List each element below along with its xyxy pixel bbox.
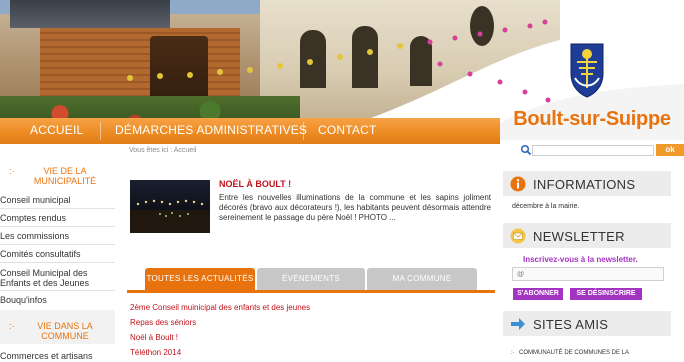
main-navigation: ACCUEIL DÉMARCHES ADMINISTRATIVES CONTAC… — [0, 118, 500, 144]
tab-ma-commune[interactable]: MA COMMUNE — [367, 268, 477, 290]
bullet-arrow-icon: :· — [9, 166, 15, 176]
news-tabs: TOUTES LES ACTUALITÉS ÉVÉNEMENTS MA COMM… — [127, 268, 495, 292]
info-icon — [510, 176, 526, 192]
search-input[interactable] — [532, 145, 654, 156]
tab-underline — [127, 290, 495, 293]
article-link[interactable]: 2ème Conseil muinicipal des enfants et d… — [130, 303, 310, 312]
search-bar: ok — [516, 144, 684, 157]
town-crest-icon — [570, 43, 604, 98]
left-sidebar: :· VIE DE LA MUNICIPALITÉ Conseil munici… — [0, 158, 115, 362]
sites-amis-bullet-icon: :· — [511, 350, 515, 356]
informations-box: INFORMATIONS décembre à la mairie. — [503, 170, 671, 222]
newsletter-invite: Inscrivez-vous à la newsletter. — [523, 255, 638, 264]
sites-amis-link[interactable]: COMMUNAUTÉ DE COMMUNES DE LA — [519, 350, 629, 356]
section-heading-municipalite: :· VIE DE LA MUNICIPALITÉ — [9, 166, 97, 186]
subscribe-button[interactable]: S'ABONNER — [513, 288, 563, 300]
sidebar-item-conseil-enfants[interactable]: Conseil Municipal des Enfants et des Jeu… — [0, 268, 115, 290]
sidebar-item-commissions[interactable]: Les commissions — [0, 231, 115, 241]
sites-amis-box: SITES AMIS :· COMMUNAUTÉ DE COMMUNES DE … — [503, 310, 671, 362]
unsubscribe-button[interactable]: SE DÉSINSCRIRE — [570, 288, 642, 300]
newsletter-email-input[interactable] — [512, 267, 664, 281]
nav-accueil[interactable]: ACCUEIL — [30, 123, 83, 137]
nav-demarches[interactable]: DÉMARCHES ADMINISTRATIVES — [115, 123, 307, 137]
section-box-commune: :· VIE DANS LA COMMUNE — [0, 310, 115, 344]
christmas-lights-photo — [130, 199, 210, 233]
sites-amis-header: SITES AMIS — [503, 310, 671, 336]
site-title[interactable]: Boult-sur-Suippe — [500, 108, 684, 131]
tab-evenements[interactable]: ÉVÉNEMENTS — [257, 268, 365, 290]
newsletter-header: NEWSLETTER — [503, 222, 671, 248]
informations-text: décembre à la mairie. — [512, 203, 580, 210]
news-excerpt: Entre les nouvelles illuminations de la … — [219, 193, 491, 222]
news-title[interactable]: NOËL À BOULT ! — [219, 179, 291, 189]
article-link[interactable]: Repas des séniors — [130, 318, 196, 327]
article-link[interactable]: Noël à Boult ! — [130, 333, 178, 342]
sidebar-item-bouquinfos[interactable]: Bouqu'infos — [0, 295, 115, 305]
news-thumbnail[interactable] — [130, 180, 210, 233]
arrow-right-icon — [511, 318, 525, 330]
sidebar-item-comptes-rendus[interactable]: Comptes rendus — [0, 213, 115, 223]
section-heading-commune: :· VIE DANS LA COMMUNE — [9, 321, 93, 341]
bullet-arrow-icon: :· — [9, 321, 15, 331]
breadcrumb: Vous êtes ici : Accueil — [129, 147, 197, 154]
sidebar-item-comites[interactable]: Comités consultatifs — [0, 249, 115, 259]
sidebar-item-commerces[interactable]: Commerces et artisans — [0, 351, 115, 361]
nav-contact[interactable]: CONTACT — [318, 123, 377, 137]
envelope-icon — [510, 228, 526, 244]
article-link[interactable]: Téléthon 2014 — [130, 348, 181, 357]
search-icon — [520, 144, 532, 156]
informations-header: INFORMATIONS — [503, 170, 671, 196]
sidebar-item-conseil-municipal[interactable]: Conseil municipal — [0, 195, 115, 205]
tab-toutes-actualites[interactable]: TOUTES LES ACTUALITÉS — [145, 268, 255, 290]
search-submit-button[interactable]: ok — [656, 144, 684, 156]
